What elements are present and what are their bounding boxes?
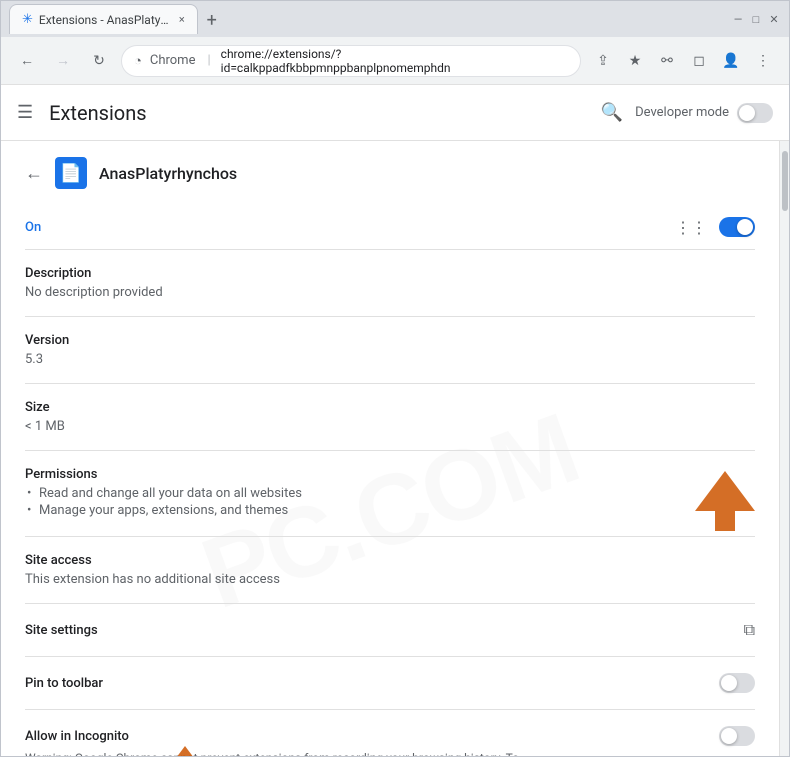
address-bar-row: ← → ↻ ◔ Chrome | chrome://extensions/?id… xyxy=(1,37,789,85)
developer-mode-area: 🔍 Developer mode xyxy=(601,102,773,123)
active-tab[interactable]: ✳ Extensions - AnasPlatyrhynchos × xyxy=(9,4,198,34)
page-title: Extensions xyxy=(49,101,601,125)
site-settings-row: Site settings ⧉ xyxy=(25,604,755,657)
extensions-header: ☰ Extensions 🔍 Developer mode xyxy=(1,85,789,141)
tab-close-button[interactable]: × xyxy=(179,13,185,26)
window-controls: — □ ✕ xyxy=(731,12,781,26)
pin-toolbar-label: Pin to toolbar xyxy=(25,676,719,691)
maximize-button[interactable]: □ xyxy=(749,12,763,26)
version-label: Version xyxy=(25,333,755,348)
back-nav-button[interactable]: ← xyxy=(13,47,41,75)
site-access-value: This extension has no additional site ac… xyxy=(25,572,755,587)
pin-toolbar-row: Pin to toolbar xyxy=(25,657,755,710)
extension-enabled-toggle-thumb xyxy=(737,219,753,235)
content-area: PC.COM ← 📄 AnasPlatyrhynchos On ⋮⋮ xyxy=(1,141,789,756)
version-section: Version 5.3 xyxy=(25,317,755,384)
pin-toolbar-toggle[interactable] xyxy=(719,673,755,693)
developer-mode-label: Developer mode xyxy=(635,105,729,120)
chrome-prefix: Chrome xyxy=(150,53,196,68)
on-off-row: On ⋮⋮ xyxy=(25,205,755,250)
extensions-button[interactable]: ⚯ xyxy=(653,47,681,75)
extension-icon: 📄 xyxy=(55,157,87,189)
size-value: < 1 MB xyxy=(25,419,755,434)
size-section: Size < 1 MB xyxy=(25,384,755,451)
site-settings-label: Site settings xyxy=(25,623,744,638)
permissions-section: Permissions Read and change all your dat… xyxy=(25,451,755,537)
reload-button[interactable]: ↻ xyxy=(85,47,113,75)
incognito-section: Allow in Incognito Warning: Google Chrom… xyxy=(25,710,755,756)
back-row: ← 📄 AnasPlatyrhynchos xyxy=(25,157,755,189)
developer-mode-toggle-thumb xyxy=(739,105,755,121)
developer-mode-toggle[interactable] xyxy=(737,103,773,123)
description-value: No description provided xyxy=(25,285,755,300)
incognito-header-row: Allow in Incognito xyxy=(25,726,755,746)
content-wrapper: PC.COM ← 📄 AnasPlatyrhynchos On ⋮⋮ xyxy=(1,141,779,756)
address-actions: ⇪ ★ ⚯ ◻ 👤 ⋮ xyxy=(589,47,777,75)
tab-search-button[interactable]: ◻ xyxy=(685,47,713,75)
profile-button[interactable]: 👤 xyxy=(717,47,745,75)
incognito-warning: Warning: Google Chrome cannot prevent ex… xyxy=(25,750,545,756)
title-bar: ✳ Extensions - AnasPlatyrhynchos × + — □… xyxy=(1,1,789,37)
site-access-section: Site access This extension has no additi… xyxy=(25,537,755,604)
url-text: chrome://extensions/?id=calkppadfkbbpmnp… xyxy=(221,47,568,75)
description-label: Description xyxy=(25,266,755,281)
extension-enabled-toggle[interactable] xyxy=(719,217,755,237)
close-button[interactable]: ✕ xyxy=(767,12,781,26)
incognito-toggle[interactable] xyxy=(719,726,755,746)
permissions-label: Permissions xyxy=(25,467,755,482)
share-button[interactable]: ⇪ xyxy=(589,47,617,75)
scrollbar[interactable] xyxy=(779,141,789,756)
site-access-label: Site access xyxy=(25,553,755,568)
pin-toolbar-toggle-thumb xyxy=(721,675,737,691)
permission-item-1: Read and change all your data on all web… xyxy=(25,486,755,501)
back-button[interactable]: ← xyxy=(25,163,43,184)
external-link-icon[interactable]: ⧉ xyxy=(744,620,755,640)
permission-item-2: Manage your apps, extensions, and themes xyxy=(25,503,755,518)
search-icon[interactable]: 🔍 xyxy=(601,102,623,123)
grid-view-icon[interactable]: ⋮⋮ xyxy=(675,218,707,237)
description-section: Description No description provided xyxy=(25,250,755,317)
chrome-logo-icon: ◔ xyxy=(134,53,142,69)
version-value: 5.3 xyxy=(25,352,755,367)
forward-nav-button[interactable]: → xyxy=(49,47,77,75)
extension-detail: ← 📄 AnasPlatyrhynchos On ⋮⋮ xyxy=(1,141,779,756)
enabled-label: On xyxy=(25,220,675,235)
tab-title: Extensions - AnasPlatyrhynchos xyxy=(39,13,169,27)
url-separator: | xyxy=(207,53,210,68)
extension-icon-glyph: 📄 xyxy=(60,163,82,184)
scrollbar-thumb[interactable] xyxy=(782,151,788,211)
scroll-area[interactable]: PC.COM ← 📄 AnasPlatyrhynchos On ⋮⋮ xyxy=(1,141,779,756)
incognito-toggle-thumb xyxy=(721,728,737,744)
size-label: Size xyxy=(25,400,755,415)
tabs-area: ✳ Extensions - AnasPlatyrhynchos × + xyxy=(9,4,727,34)
incognito-label: Allow in Incognito xyxy=(25,729,719,744)
tab-extension-icon: ✳ xyxy=(22,12,33,27)
minimize-button[interactable]: — xyxy=(731,12,745,26)
address-bar[interactable]: ◔ Chrome | chrome://extensions/?id=calkp… xyxy=(121,45,581,77)
permissions-list: Read and change all your data on all web… xyxy=(25,486,755,518)
menu-button[interactable]: ⋮ xyxy=(749,47,777,75)
new-tab-button[interactable]: + xyxy=(198,6,226,34)
sidebar-toggle-button[interactable]: ☰ xyxy=(17,102,33,123)
extension-name: AnasPlatyrhynchos xyxy=(99,164,237,183)
bookmark-button[interactable]: ★ xyxy=(621,47,649,75)
